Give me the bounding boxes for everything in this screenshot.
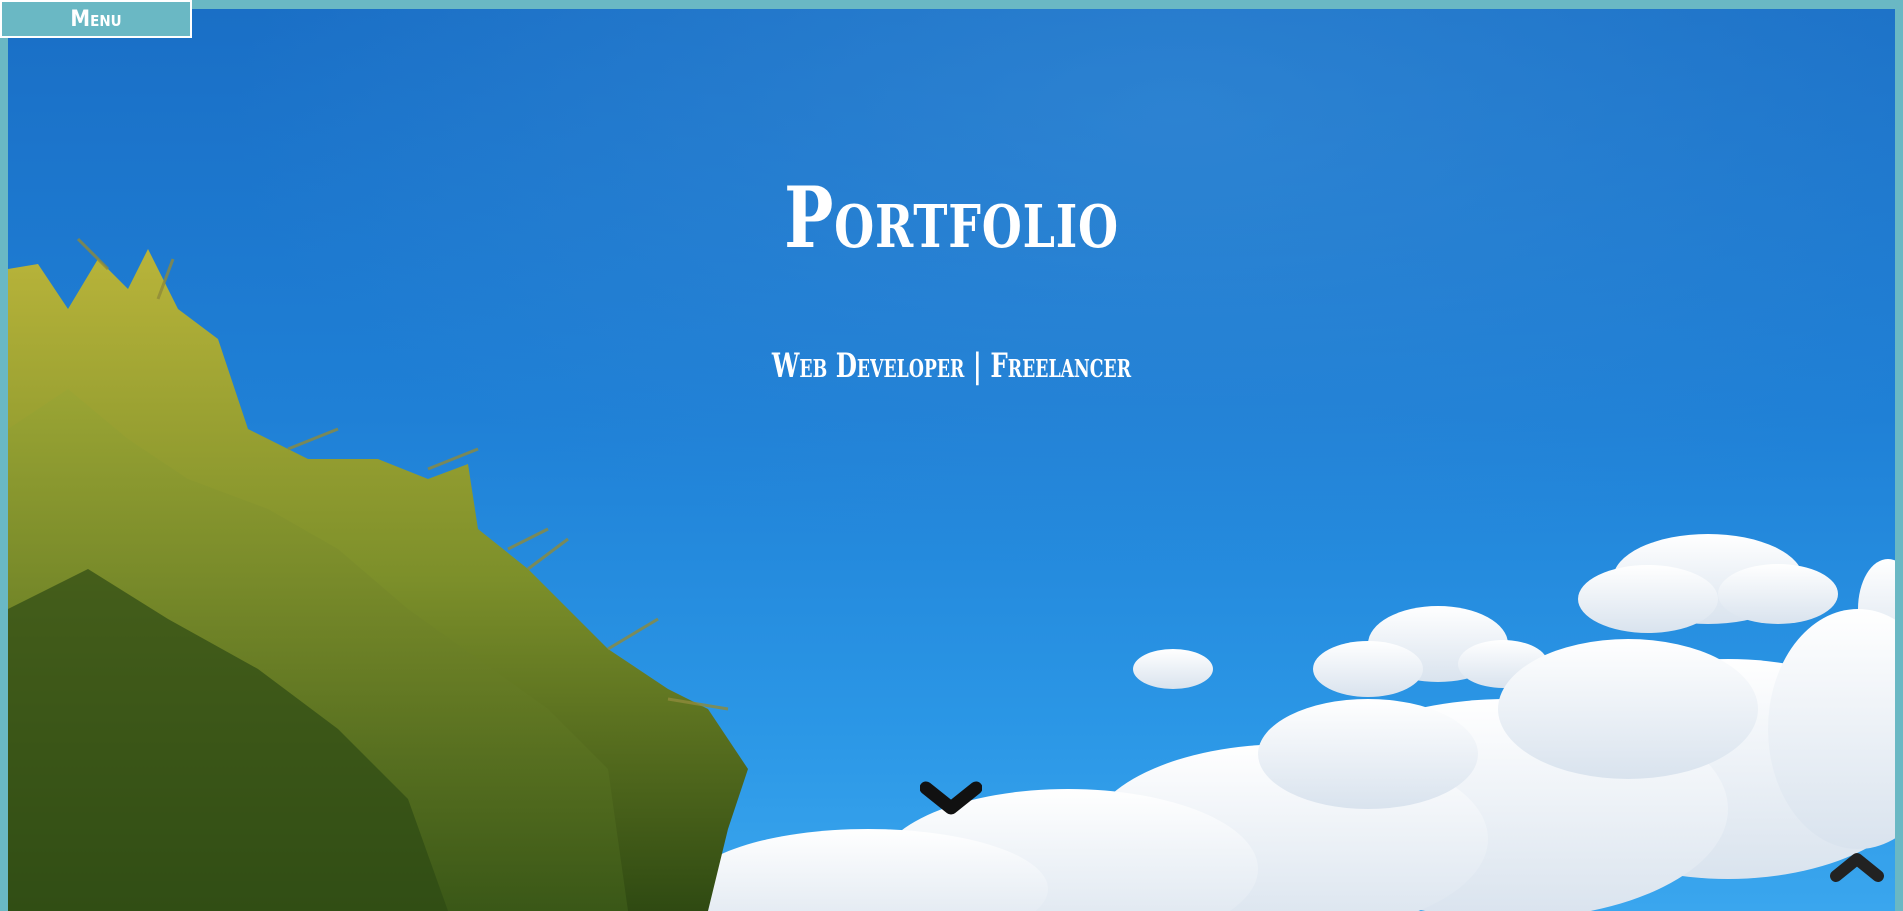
chevron-up-icon [1830, 853, 1884, 882]
menu-button[interactable]: Menu [0, 0, 192, 38]
page-subtitle: Web Developer | Freelancer [771, 346, 1132, 386]
menu-button-label: Menu [70, 6, 122, 32]
hero-background-image [8, 9, 1895, 911]
chevron-down-icon [919, 781, 983, 815]
back-to-top-button[interactable] [1830, 850, 1884, 884]
page-title: Portfolio [784, 168, 1119, 267]
scroll-down-button[interactable] [919, 780, 983, 820]
hero-section [8, 9, 1895, 911]
